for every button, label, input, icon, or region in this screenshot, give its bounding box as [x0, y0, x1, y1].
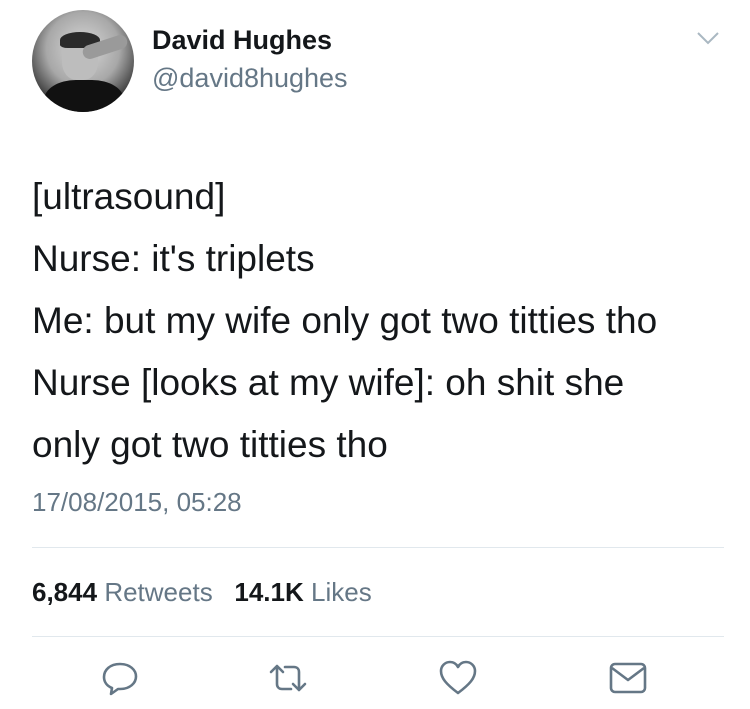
- likes-label: Likes: [311, 577, 372, 607]
- reply-icon[interactable]: [98, 656, 142, 700]
- tweet-stats: 6,844 Retweets 14.1K Likes: [32, 576, 372, 608]
- tweet-line: Me: but my wife only got two titties tho: [32, 300, 658, 341]
- retweets-count: 6,844: [32, 577, 98, 607]
- tweet-card: David Hughes @david8hughes [ultrasound] …: [0, 0, 750, 709]
- retweets-label: Retweets: [104, 577, 213, 607]
- user-display-name[interactable]: David Hughes: [152, 24, 332, 56]
- tweet-line: [ultrasound]: [32, 176, 226, 217]
- chevron-down-icon[interactable]: [696, 30, 720, 46]
- tweet-line: only got two titties tho: [32, 424, 388, 465]
- tweet-text: [ultrasound] Nurse: it's triplets Me: bu…: [32, 166, 732, 476]
- user-handle[interactable]: @david8hughes: [152, 62, 348, 94]
- tweet-line: Nurse: it's triplets: [32, 238, 315, 279]
- retweet-icon[interactable]: [266, 656, 310, 700]
- divider: [32, 636, 724, 637]
- tweet-line: Nurse [looks at my wife]: oh shit she: [32, 362, 625, 403]
- tweet-timestamp[interactable]: 17/08/2015, 05:28: [32, 486, 242, 518]
- retweets-stat[interactable]: 6,844 Retweets: [32, 577, 220, 607]
- avatar[interactable]: [32, 10, 134, 112]
- likes-count: 14.1K: [234, 577, 304, 607]
- likes-stat[interactable]: 14.1K Likes: [234, 577, 371, 607]
- envelope-icon[interactable]: [606, 656, 650, 700]
- heart-icon[interactable]: [436, 656, 480, 700]
- divider: [32, 547, 724, 548]
